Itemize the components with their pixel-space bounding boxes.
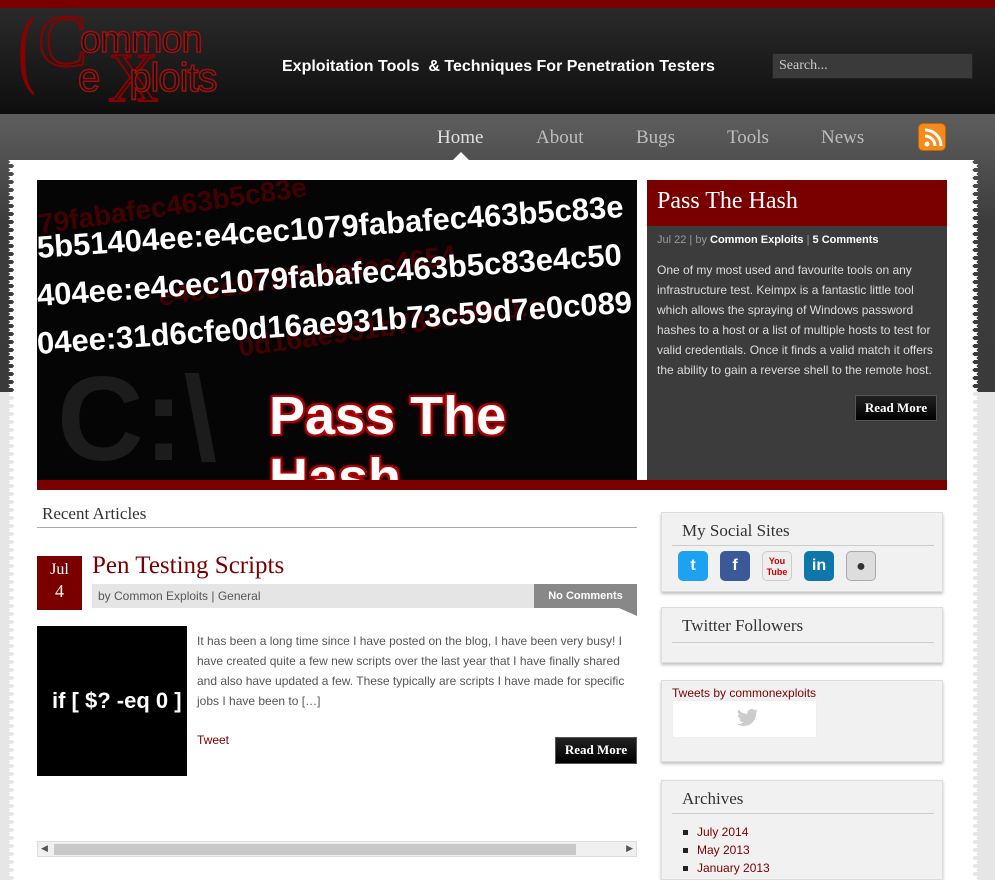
featured-image[interactable]: 79fabafec463b5c83e e4cec1079fabafec4654 … <box>37 180 637 480</box>
site-logo[interactable]: ( C ommon X e ploits <box>18 0 233 115</box>
twitter-bird-icon <box>737 709 759 726</box>
horizontal-scrollbar[interactable]: ◀ ▶ <box>37 841 637 857</box>
archives-title: Archives <box>682 789 744 808</box>
divider <box>37 527 637 528</box>
archive-link[interactable]: May 2013 <box>683 841 770 859</box>
date-badge-notch <box>37 604 82 610</box>
divider <box>672 813 934 814</box>
twitter-followers-widget: Twitter Followers <box>661 607 943 663</box>
post-comments-link[interactable]: No Comments <box>534 584 637 608</box>
featured-excerpt: One of my most used and favourite tools … <box>657 263 933 377</box>
logo-ploits: ploits <box>128 55 218 101</box>
featured-meta: Jul 22 | by Common Exploits | 5 Comments <box>657 234 879 246</box>
logo-text-exploits: e ploits <box>77 55 218 101</box>
archive-label: July 2014 <box>697 825 749 839</box>
scrollbar-thumb[interactable] <box>54 844 576 855</box>
archive-label: May 2013 <box>697 843 750 857</box>
twitter-icon[interactable]: t <box>678 551 708 581</box>
post-date-badge: Jul 4 <box>37 556 82 610</box>
archive-link[interactable]: January 2013 <box>683 859 770 877</box>
drive-watermark: C:\ <box>57 352 217 480</box>
site-tagline: Exploitation Tools & Techniques For Pene… <box>282 58 715 75</box>
featured-title[interactable]: Pass The Hash <box>647 180 947 226</box>
tweets-embed <box>672 700 817 738</box>
search-input[interactable]: Search... <box>772 53 973 79</box>
bullet <box>683 866 688 871</box>
bullet <box>683 848 688 853</box>
linkedin-icon[interactable]: in <box>804 551 834 581</box>
tweet-link[interactable]: Tweet <box>197 733 229 747</box>
divider <box>672 642 934 643</box>
logo-paren: ( <box>18 0 36 97</box>
post-thumbnail[interactable]: if [ $? -eq 0 ] <box>37 626 187 776</box>
nav-active-indicator <box>453 152 469 160</box>
logo-e: e <box>77 55 101 101</box>
scroll-left-icon[interactable]: ◀ <box>41 843 48 854</box>
featured-divider <box>37 480 947 490</box>
divider <box>672 545 934 546</box>
tweets-by-link[interactable]: Tweets by commonexploits <box>672 686 816 700</box>
nav-news[interactable]: News <box>821 127 864 149</box>
post-month: Jul <box>50 561 69 578</box>
post-excerpt: It has been a long time since I have pos… <box>197 634 625 708</box>
nav-tools[interactable]: Tools <box>727 127 769 149</box>
featured-date: Jul 22 <box>657 234 687 246</box>
page-edge-right <box>970 160 978 880</box>
social-sites-title: My Social Sites <box>682 521 790 540</box>
twitter-followers-title: Twitter Followers <box>682 616 804 635</box>
featured-comments[interactable]: 5 Comments <box>813 234 879 246</box>
featured-summary: Pass The Hash Jul 22 | by Common Exploit… <box>647 180 947 480</box>
recent-articles-heading: Recent Articles <box>42 504 147 523</box>
comments-tag-tail <box>619 608 637 616</box>
archive-label: January 2013 <box>697 861 770 875</box>
post-day: 4 <box>55 581 64 601</box>
archives-list: July 2014 May 2013 January 2013 <box>683 823 770 877</box>
featured-image-title: Pass The Hash <box>269 386 507 480</box>
bullet <box>683 830 688 835</box>
facebook-icon[interactable]: f <box>720 551 750 581</box>
post-title[interactable]: Pen Testing Scripts <box>92 552 284 580</box>
nav-bugs[interactable]: Bugs <box>636 127 675 149</box>
nav-home[interactable]: Home <box>437 127 483 149</box>
rss-icon[interactable] <box>918 123 946 151</box>
featured-read-more-button[interactable]: Read More <box>855 395 937 421</box>
nav-about[interactable]: About <box>536 127 584 149</box>
github-icon[interactable]: ● <box>846 551 876 581</box>
post-read-more-button[interactable]: Read More <box>555 737 637 764</box>
scroll-right-icon[interactable]: ▶ <box>626 843 633 854</box>
archive-link[interactable]: July 2014 <box>683 823 770 841</box>
featured-author[interactable]: Common Exploits <box>710 234 804 246</box>
youtube-icon[interactable]: You Tube <box>762 551 792 581</box>
